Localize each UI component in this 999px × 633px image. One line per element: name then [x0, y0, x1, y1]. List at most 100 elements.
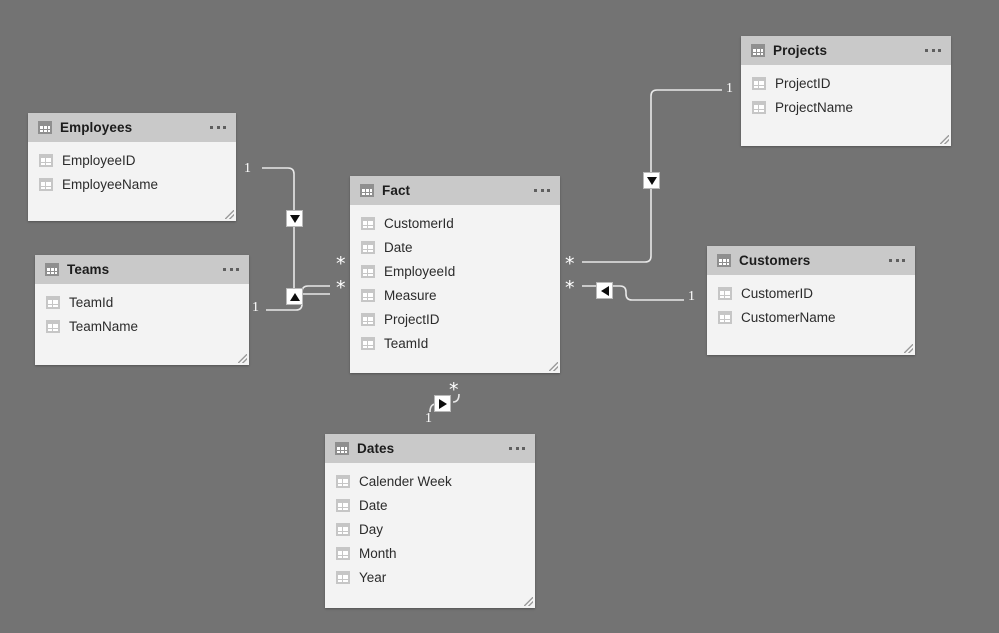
table-icon [717, 254, 731, 267]
field-row[interactable]: Month [325, 541, 535, 565]
table-title: Customers [739, 253, 811, 268]
relationship-arrow-dates-fact[interactable] [434, 395, 451, 412]
field-icon [361, 264, 375, 278]
field-row[interactable]: ProjectName [741, 95, 951, 119]
triangle-down-icon [289, 214, 300, 223]
field-icon [336, 546, 350, 560]
relationship-arrow-employees-fact[interactable] [286, 210, 303, 227]
cardinality-marker-fact-projects-many: * [565, 253, 575, 275]
field-label: Date [384, 239, 413, 255]
triangle-right-icon [438, 398, 447, 409]
table-header-customers[interactable]: Customers [707, 246, 915, 275]
field-label: EmployeeName [62, 176, 159, 192]
cardinality-marker-dates-one: 1 [425, 411, 432, 426]
field-row[interactable]: EmployeeId [350, 259, 560, 283]
table-menu-button[interactable] [925, 49, 943, 52]
field-label: EmployeeID [62, 152, 136, 168]
field-icon [718, 286, 732, 300]
cardinality-marker-projects-one: 1 [726, 81, 733, 96]
cardinality-marker-fact-employees-many: * [336, 253, 346, 275]
field-icon [361, 240, 375, 254]
field-row[interactable]: TeamId [350, 331, 560, 355]
field-label: ProjectID [775, 75, 831, 91]
cardinality-marker-customers-one: 1 [688, 289, 695, 304]
field-row[interactable]: EmployeeID [28, 148, 236, 172]
field-row[interactable]: EmployeeName [28, 172, 236, 196]
table-title: Teams [67, 262, 110, 277]
field-row[interactable]: CustomerID [707, 281, 915, 305]
field-row[interactable]: Calender Week [325, 469, 535, 493]
table-menu-button[interactable] [534, 189, 552, 192]
table-header-fact[interactable]: Fact [350, 176, 560, 205]
table-title: Fact [382, 183, 411, 198]
field-row[interactable]: ProjectID [350, 307, 560, 331]
field-icon [361, 336, 375, 350]
field-icon [336, 498, 350, 512]
field-row[interactable]: CustomerId [350, 211, 560, 235]
field-row[interactable]: TeamName [35, 314, 249, 338]
field-icon [752, 100, 766, 114]
field-icon [46, 295, 60, 309]
resize-handle[interactable] [238, 354, 247, 363]
field-icon [752, 76, 766, 90]
model-diagram-canvas[interactable]: 1 * 1 * 1 * * 1 * 1 Employees EmployeeID [0, 0, 999, 633]
table-icon [751, 44, 765, 57]
table-header-teams[interactable]: Teams [35, 255, 249, 284]
table-icon [45, 263, 59, 276]
table-field-list: EmployeeID EmployeeName [28, 142, 236, 196]
table-card-projects[interactable]: Projects ProjectID ProjectName [741, 36, 951, 146]
table-header-projects[interactable]: Projects [741, 36, 951, 65]
field-icon [718, 310, 732, 324]
cardinality-marker-fact-customers-many: * [565, 277, 575, 299]
field-label: CustomerID [741, 285, 814, 301]
field-row[interactable]: Measure [350, 283, 560, 307]
field-label: ProjectID [384, 311, 440, 327]
table-card-dates[interactable]: Dates Calender Week Date Day Month Year [325, 434, 535, 608]
field-label: CustomerId [384, 215, 454, 231]
field-row[interactable]: ProjectID [741, 71, 951, 95]
relationship-line-employees-fact [262, 167, 330, 295]
field-icon [39, 177, 53, 191]
field-row[interactable]: Day [325, 517, 535, 541]
table-icon [360, 184, 374, 197]
field-label: TeamName [69, 318, 139, 334]
table-card-employees[interactable]: Employees EmployeeID EmployeeName [28, 113, 236, 221]
field-icon [361, 288, 375, 302]
field-row[interactable]: TeamId [35, 290, 249, 314]
field-icon [361, 312, 375, 326]
table-header-dates[interactable]: Dates [325, 434, 535, 463]
field-row[interactable]: Year [325, 565, 535, 589]
resize-handle[interactable] [940, 135, 949, 144]
triangle-left-icon [600, 285, 609, 296]
relationship-arrow-projects-fact[interactable] [643, 172, 660, 189]
field-row[interactable]: Date [325, 493, 535, 517]
field-label: CustomerName [741, 309, 836, 325]
table-menu-button[interactable] [509, 447, 527, 450]
resize-handle[interactable] [549, 362, 558, 371]
table-field-list: CustomerID CustomerName [707, 275, 915, 329]
resize-handle[interactable] [904, 344, 913, 353]
field-icon [361, 216, 375, 230]
table-card-teams[interactable]: Teams TeamId TeamName [35, 255, 249, 365]
table-field-list: Calender Week Date Day Month Year [325, 463, 535, 589]
table-header-employees[interactable]: Employees [28, 113, 236, 142]
table-menu-button[interactable] [223, 268, 241, 271]
table-title: Projects [773, 43, 828, 58]
field-row[interactable]: CustomerName [707, 305, 915, 329]
relationship-arrow-customers-fact[interactable] [596, 282, 613, 299]
field-label: Year [359, 569, 387, 585]
table-card-customers[interactable]: Customers CustomerID CustomerName [707, 246, 915, 355]
cardinality-marker-employees-one: 1 [244, 161, 251, 176]
field-row[interactable]: Date [350, 235, 560, 259]
table-field-list: TeamId TeamName [35, 284, 249, 338]
resize-handle[interactable] [225, 210, 234, 219]
field-label: Day [359, 521, 384, 537]
table-menu-button[interactable] [210, 126, 228, 129]
triangle-up-icon [289, 292, 300, 301]
relationship-arrow-teams-fact[interactable] [286, 288, 303, 305]
resize-handle[interactable] [524, 597, 533, 606]
table-menu-button[interactable] [889, 259, 907, 262]
field-icon [336, 570, 350, 584]
field-label: EmployeeId [384, 263, 456, 279]
table-card-fact[interactable]: Fact CustomerId Date EmployeeId Measure [350, 176, 560, 373]
